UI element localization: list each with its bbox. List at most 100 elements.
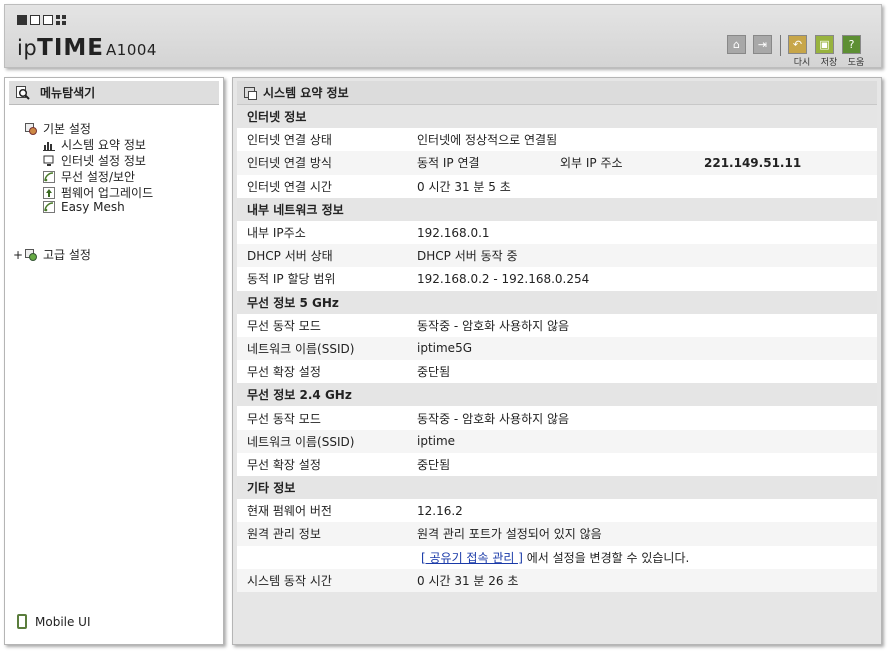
- row-value: 192.168.0.2 - 192.168.0.254: [417, 271, 590, 286]
- tree-group-advanced[interactable]: + 고급 설정: [13, 246, 91, 263]
- table-row: 원격 관리 정보 원격 관리 포트가 설정되어 있지 않음: [237, 522, 877, 546]
- table-row: 동적 IP 할당 범위 192.168.0.2 - 192.168.0.254: [237, 267, 877, 290]
- tree-item-system-summary[interactable]: 시스템 요약 정보: [43, 136, 146, 153]
- save-icon[interactable]: ▣: [815, 35, 834, 54]
- menu-explorer-panel: 메뉴탐색기 기본 설정 시스템 요약 정보 인터넷 설정 정보 무선 설정/보안…: [4, 77, 224, 645]
- table-row: 시스템 동작 시간 0 시간 31 분 26 초: [237, 568, 877, 592]
- minimize-icon[interactable]: [17, 15, 27, 25]
- row-label: 무선 확장 설정: [247, 457, 321, 472]
- tree-item-label: 펌웨어 업그레이드: [61, 186, 154, 200]
- row-label: 무선 동작 모드: [247, 318, 321, 333]
- row-label: 인터넷 연결 시간: [247, 179, 332, 194]
- window-controls: [17, 15, 67, 26]
- remote-admin-hint-text: 에서 설정을 변경할 수 있습니다.: [522, 550, 690, 565]
- table-row: 무선 확장 설정 중단됨: [237, 453, 877, 476]
- row-value: 동작중 - 암호화 사용하지 않음: [417, 411, 570, 426]
- panel-title: 시스템 요약 정보: [263, 86, 349, 100]
- row-value: 0 시간 31 분 5 초: [417, 179, 511, 194]
- table-row: 내부 IP주소 192.168.0.1: [237, 221, 877, 244]
- tree-group-basic[interactable]: 기본 설정: [25, 120, 91, 137]
- row-label: 현재 펌웨어 버전: [247, 504, 332, 519]
- row-value: iptime: [417, 434, 456, 449]
- row-label: DHCP 서버 상태: [247, 249, 333, 264]
- search-icon: [16, 85, 30, 100]
- remote-admin-hint: [ 공유기 접속 관리 ] 에서 설정을 변경할 수 있습니다.: [421, 549, 689, 566]
- table-row: 무선 확장 설정 중단됨: [237, 360, 877, 383]
- menu-explorer-header: 메뉴탐색기: [9, 81, 219, 105]
- row-value: 동적 IP 연결: [417, 156, 480, 171]
- upgrade-icon: [43, 186, 55, 199]
- tree-item-internet-settings[interactable]: 인터넷 설정 정보: [43, 152, 146, 169]
- row-label: 무선 확장 설정: [247, 365, 321, 380]
- tree-item-label: Easy Mesh: [61, 200, 125, 214]
- tree-item-firmware-upgrade[interactable]: 펌웨어 업그레이드: [43, 184, 153, 201]
- table-row: 인터넷 연결 상태 인터넷에 정상적으로 연결됨: [237, 128, 877, 151]
- mobile-ui-link[interactable]: Mobile UI: [17, 614, 91, 629]
- remote-admin-link[interactable]: [ 공유기 접속 관리 ]: [421, 551, 523, 565]
- tree-group-advanced-label: 고급 설정: [43, 248, 91, 262]
- tree-item-label: 인터넷 설정 정보: [61, 154, 146, 168]
- row-label: 인터넷 연결 방식: [247, 156, 332, 171]
- grid-icon[interactable]: [56, 15, 67, 26]
- restore-icon[interactable]: [30, 15, 40, 25]
- toolbar-divider: [780, 35, 781, 56]
- row-value: 인터넷에 정상적으로 연결됨: [417, 133, 558, 148]
- table-row: DHCP 서버 상태 DHCP 서버 동작 중: [237, 244, 877, 268]
- logout-icon[interactable]: ⇥: [753, 35, 772, 54]
- undo-icon[interactable]: ↶: [788, 35, 807, 54]
- table-row: [ 공유기 접속 관리 ] 에서 설정을 변경할 수 있습니다.: [237, 546, 877, 569]
- row-value: iptime5G: [417, 341, 472, 356]
- row-label: 시스템 동작 시간: [247, 573, 332, 588]
- row-value: 중단됨: [417, 365, 451, 380]
- wifi-icon: [43, 170, 55, 183]
- table-row: 무선 동작 모드 동작중 - 암호화 사용하지 않음: [237, 314, 877, 337]
- document-icon: [244, 87, 257, 100]
- table-row: 네트워크 이름(SSID) iptime: [237, 429, 877, 453]
- tree-item-label: 시스템 요약 정보: [61, 138, 146, 152]
- monitor-icon: [43, 155, 54, 166]
- table-row: 무선 동작 모드 동작중 - 암호화 사용하지 않음: [237, 406, 877, 429]
- iptime-logo: ipTIME A1004: [17, 35, 157, 61]
- table-row: 네트워크 이름(SSID) iptime5G: [237, 336, 877, 361]
- table-row: 현재 펌웨어 버전 12.16.2: [237, 499, 877, 522]
- header-toolbar: ⌂ ⇥ ↶ ▣ ?: [727, 35, 861, 56]
- folder-settings-icon: [25, 122, 37, 135]
- table-row: 인터넷 연결 시간 0 시간 31 분 5 초: [237, 175, 877, 198]
- help-icon[interactable]: ?: [842, 35, 861, 54]
- row-value: 원격 관리 포트가 설정되어 있지 않음: [417, 527, 602, 542]
- summary-table: 인터넷 정보 인터넷 연결 상태 인터넷에 정상적으로 연결됨 인터넷 연결 방…: [237, 105, 877, 592]
- section-header: 기타 정보: [237, 476, 877, 500]
- folder-settings-icon: [25, 248, 37, 261]
- tree-item-wireless-security[interactable]: 무선 설정/보안: [43, 168, 135, 185]
- help-label: 도움: [847, 58, 865, 68]
- table-row: 인터넷 연결 방식 동적 IP 연결 외부 IP 주소 221.149.51.1…: [237, 151, 877, 175]
- save-label: 저장: [820, 58, 838, 68]
- row-label: 네트워크 이름(SSID): [247, 341, 355, 356]
- row-value: 동작중 - 암호화 사용하지 않음: [417, 318, 570, 333]
- system-summary-panel: 시스템 요약 정보 인터넷 정보 인터넷 연결 상태 인터넷에 정상적으로 연결…: [232, 77, 882, 645]
- section-header: 무선 정보 5 GHz: [237, 290, 877, 314]
- external-ip-value: 221.149.51.11: [704, 155, 802, 170]
- wifi-icon: [43, 201, 55, 213]
- menu-explorer-title: 메뉴탐색기: [40, 86, 96, 100]
- row-label: 네트워크 이름(SSID): [247, 434, 355, 449]
- external-ip-label: 외부 IP 주소: [560, 156, 623, 171]
- tree-item-label: 무선 설정/보안: [61, 170, 136, 184]
- row-value: 중단됨: [417, 457, 451, 472]
- section-header: 인터넷 정보: [237, 105, 877, 129]
- top-header: ipTIME A1004 ⌂ ⇥ ↶ ▣ ? 다시 저장 도움: [4, 4, 882, 68]
- row-label: 동적 IP 할당 범위: [247, 272, 336, 287]
- bar-chart-icon: [43, 141, 55, 151]
- expand-icon[interactable]: +: [13, 248, 25, 262]
- row-label: 원격 관리 정보: [247, 527, 321, 542]
- row-label: 인터넷 연결 상태: [247, 133, 332, 148]
- tree-item-easy-mesh[interactable]: Easy Mesh: [43, 200, 125, 214]
- section-header: 무선 정보 2.4 GHz: [237, 383, 877, 407]
- undo-label: 다시: [793, 58, 811, 68]
- row-value: DHCP 서버 동작 중: [417, 249, 518, 264]
- row-label: 무선 동작 모드: [247, 411, 321, 426]
- home-icon[interactable]: ⌂: [727, 35, 746, 54]
- row-value: 192.168.0.1: [417, 225, 490, 240]
- maximize-icon[interactable]: [43, 15, 53, 25]
- phone-icon: [17, 614, 27, 629]
